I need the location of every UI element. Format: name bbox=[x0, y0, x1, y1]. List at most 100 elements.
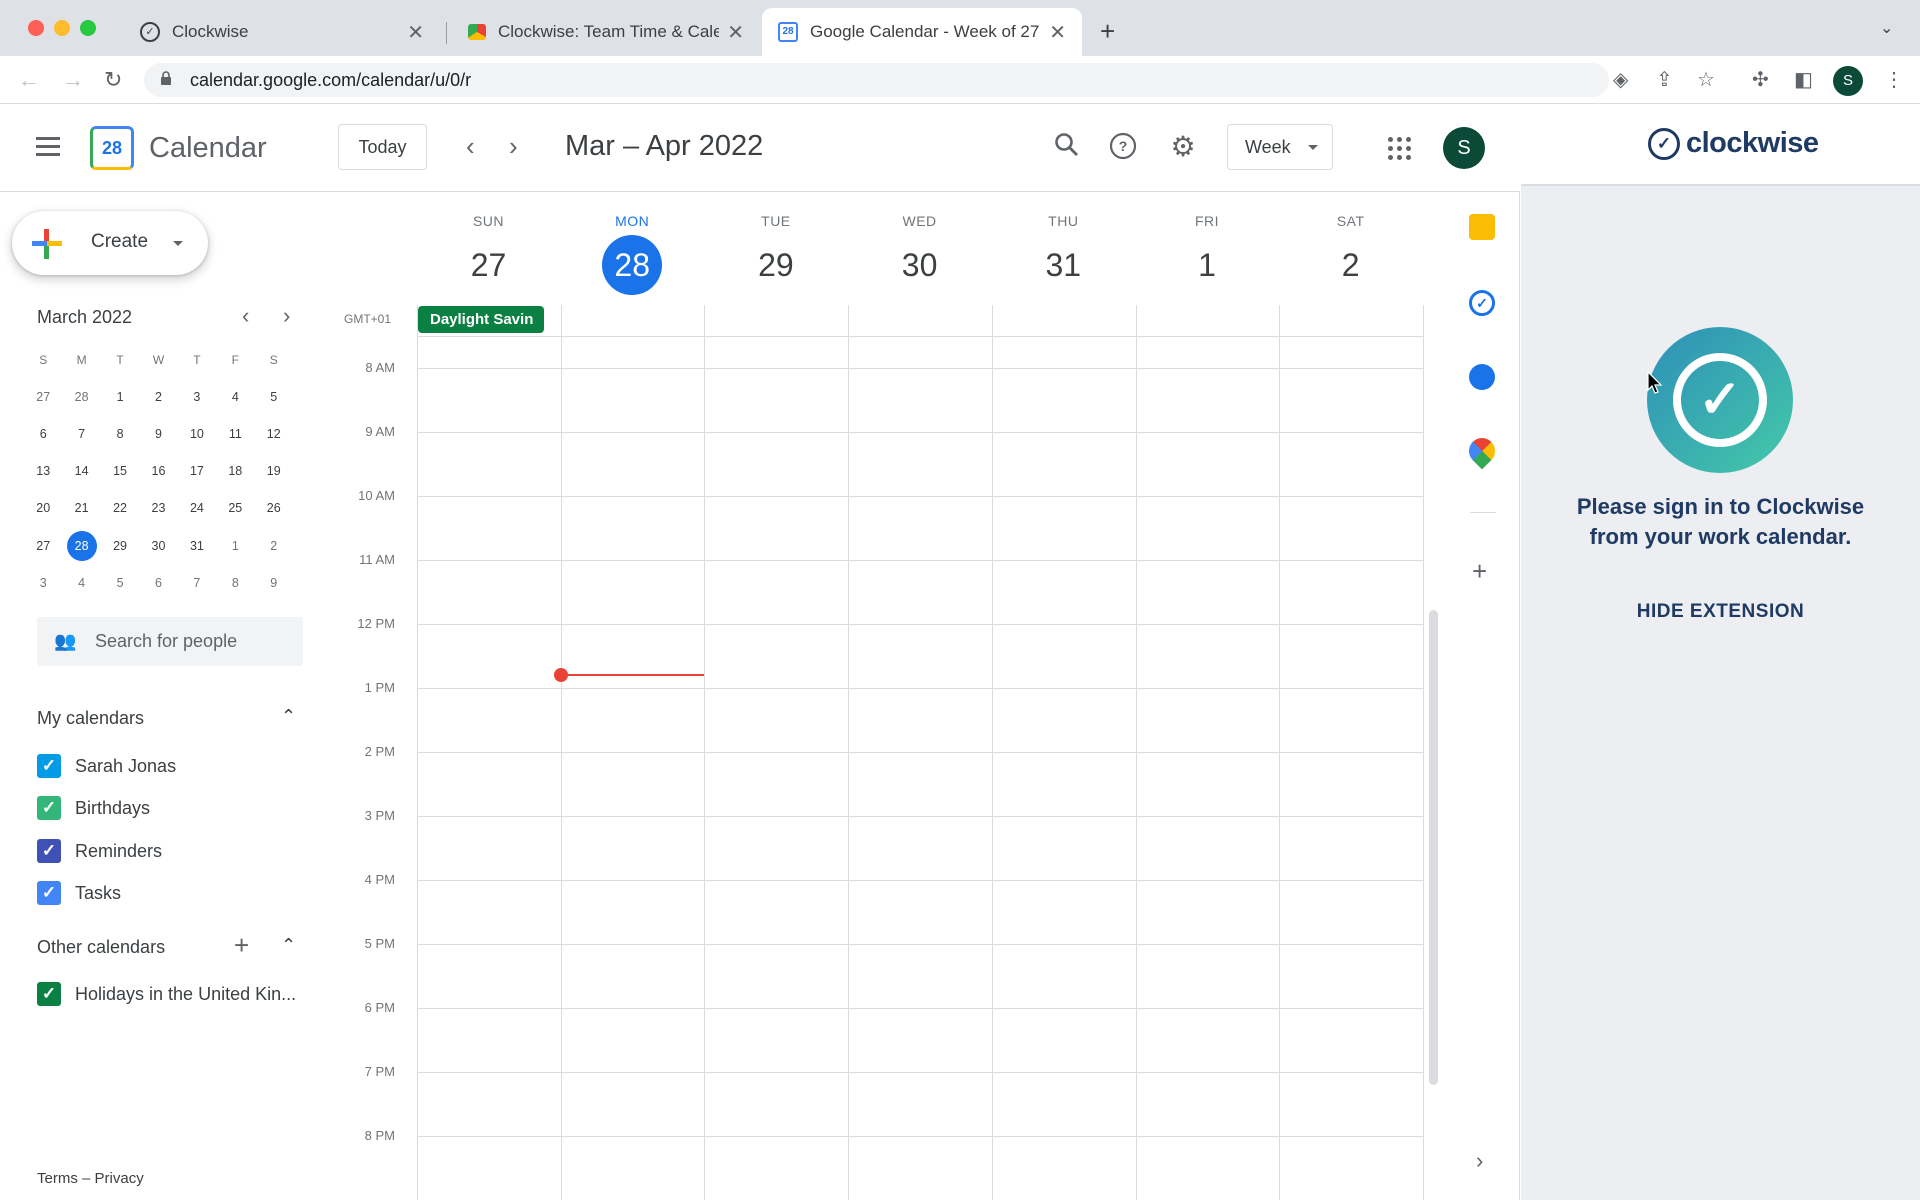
mini-day[interactable]: 29 bbox=[101, 539, 139, 553]
mini-day[interactable]: 4 bbox=[216, 390, 254, 404]
mini-day[interactable]: 3 bbox=[178, 390, 216, 404]
day-column-header[interactable]: TUE 29 bbox=[704, 213, 847, 295]
day-number[interactable]: 1 bbox=[1177, 235, 1237, 295]
mini-day[interactable]: 6 bbox=[24, 427, 62, 441]
minimize-window-button[interactable] bbox=[54, 20, 70, 36]
mini-day[interactable]: 11 bbox=[216, 427, 254, 441]
help-icon[interactable]: ? bbox=[1108, 132, 1138, 162]
mini-day[interactable]: 31 bbox=[178, 539, 216, 553]
keep-icon[interactable] bbox=[1469, 214, 1495, 240]
search-icon[interactable] bbox=[1052, 132, 1082, 162]
mini-day[interactable]: 30 bbox=[139, 539, 177, 553]
mini-day[interactable]: 25 bbox=[216, 501, 254, 515]
mini-day[interactable]: 22 bbox=[101, 501, 139, 515]
mini-day[interactable]: 28 bbox=[62, 530, 100, 561]
zoom-window-button[interactable] bbox=[80, 20, 96, 36]
day-column-header[interactable]: MON 28 bbox=[561, 213, 704, 295]
settings-gear-icon[interactable]: ⚙ bbox=[1168, 132, 1198, 162]
view-selector[interactable]: Week bbox=[1227, 124, 1333, 170]
my-calendars-heading[interactable]: My calendars bbox=[37, 708, 144, 729]
allday-event-daylight-saving[interactable]: Daylight Savin bbox=[418, 306, 544, 333]
mini-day[interactable]: 7 bbox=[62, 427, 100, 441]
mini-day[interactable]: 8 bbox=[101, 427, 139, 441]
mini-day[interactable]: 3 bbox=[24, 576, 62, 590]
browser-menu-icon[interactable]: ⋮ bbox=[1884, 68, 1904, 92]
bookmark-star-icon[interactable]: ☆ bbox=[1697, 68, 1715, 92]
get-addons-plus-icon[interactable]: + bbox=[1472, 556, 1487, 587]
tab-search-icon[interactable]: ⌄ bbox=[1880, 18, 1893, 38]
mini-day[interactable]: 27 bbox=[24, 539, 62, 553]
calendar-item-holidays-uk[interactable]: ✓ Holidays in the United Kin... bbox=[37, 979, 305, 1009]
privacy-link[interactable]: Privacy bbox=[95, 1170, 144, 1187]
terms-link[interactable]: Terms bbox=[37, 1170, 78, 1187]
back-icon[interactable]: ← bbox=[18, 68, 40, 92]
mini-day[interactable]: 24 bbox=[178, 501, 216, 515]
mini-day[interactable]: 20 bbox=[24, 501, 62, 515]
account-avatar[interactable]: S bbox=[1443, 127, 1485, 169]
day-column-header[interactable]: SUN 27 bbox=[417, 213, 560, 295]
calendar-item-birthdays[interactable]: ✓ Birthdays bbox=[37, 793, 305, 823]
mini-day[interactable]: 7 bbox=[178, 576, 216, 590]
google-apps-icon[interactable] bbox=[1388, 137, 1412, 161]
chevron-right-icon[interactable]: › bbox=[1476, 1148, 1483, 1174]
day-number[interactable]: 31 bbox=[1033, 235, 1093, 295]
close-window-button[interactable] bbox=[28, 20, 44, 36]
hide-extension-button[interactable]: HIDE EXTENSION bbox=[1521, 601, 1920, 623]
mini-day[interactable]: 9 bbox=[255, 576, 293, 590]
create-button[interactable]: Create bbox=[12, 211, 208, 275]
address-bar[interactable]: calendar.google.com/calendar/u/0/r bbox=[144, 63, 1609, 97]
mini-prev-month-icon[interactable]: ‹ bbox=[242, 304, 249, 328]
new-tab-icon[interactable]: + bbox=[1100, 16, 1115, 47]
close-tab-icon[interactable]: ✕ bbox=[407, 20, 424, 45]
checkbox-checked-icon[interactable]: ✓ bbox=[37, 796, 61, 820]
day-column-header[interactable]: SAT 2 bbox=[1279, 213, 1422, 295]
side-panel-icon[interactable]: ◧ bbox=[1794, 68, 1813, 92]
day-number[interactable]: 27 bbox=[459, 235, 519, 295]
mini-day[interactable]: 26 bbox=[255, 501, 293, 515]
checkbox-checked-icon[interactable]: ✓ bbox=[37, 881, 61, 905]
forward-icon[interactable]: → bbox=[62, 68, 84, 92]
previous-week-icon[interactable]: ‹ bbox=[466, 132, 475, 160]
day-column-header[interactable]: WED 30 bbox=[848, 213, 991, 295]
day-number[interactable]: 30 bbox=[890, 235, 950, 295]
checkbox-checked-icon[interactable]: ✓ bbox=[37, 839, 61, 863]
share-icon[interactable]: ⇪ bbox=[1656, 68, 1673, 92]
mini-day[interactable]: 6 bbox=[139, 576, 177, 590]
mini-day[interactable]: 2 bbox=[139, 390, 177, 404]
mini-day[interactable]: 12 bbox=[255, 427, 293, 441]
clockwise-extension-icon[interactable]: ◈ bbox=[1613, 68, 1628, 92]
mini-day[interactable]: 9 bbox=[139, 427, 177, 441]
mini-day[interactable]: 5 bbox=[101, 576, 139, 590]
browser-tab-clockwise[interactable]: ✓ Clockwise ✕ bbox=[124, 8, 440, 56]
mini-day[interactable]: 1 bbox=[101, 390, 139, 404]
chevron-up-icon[interactable]: ⌃ bbox=[281, 706, 296, 727]
day-number[interactable]: 29 bbox=[746, 235, 806, 295]
reload-icon[interactable]: ↻ bbox=[104, 68, 122, 92]
mini-day[interactable]: 13 bbox=[24, 464, 62, 478]
next-week-icon[interactable]: › bbox=[509, 132, 518, 160]
mini-day[interactable]: 17 bbox=[178, 464, 216, 478]
mini-next-month-icon[interactable]: › bbox=[283, 304, 290, 328]
day-column-header[interactable]: FRI 1 bbox=[1136, 213, 1279, 295]
main-menu-icon[interactable] bbox=[36, 137, 60, 161]
tasks-icon[interactable]: ✓ bbox=[1469, 290, 1495, 316]
mini-day[interactable]: 4 bbox=[62, 576, 100, 590]
maps-icon[interactable] bbox=[1463, 432, 1501, 470]
calendar-item-tasks[interactable]: ✓ Tasks bbox=[37, 878, 305, 908]
day-number[interactable]: 2 bbox=[1321, 235, 1381, 295]
day-number[interactable]: 28 bbox=[602, 235, 663, 295]
mini-day[interactable]: 23 bbox=[139, 501, 177, 515]
mini-day[interactable]: 8 bbox=[216, 576, 254, 590]
contacts-icon[interactable] bbox=[1469, 364, 1495, 390]
browser-tab-calendar[interactable]: 28 Google Calendar - Week of 27 ✕ bbox=[762, 8, 1082, 56]
chevron-up-icon[interactable]: ⌃ bbox=[281, 935, 296, 956]
calendar-item-sarah-jonas[interactable]: ✓ Sarah Jonas bbox=[37, 751, 305, 781]
mini-day[interactable]: 1 bbox=[216, 539, 254, 553]
mini-day[interactable]: 15 bbox=[101, 464, 139, 478]
mini-day[interactable]: 27 bbox=[24, 390, 62, 404]
close-tab-icon[interactable]: ✕ bbox=[727, 20, 744, 45]
profile-avatar[interactable]: S bbox=[1833, 66, 1863, 96]
mini-day[interactable]: 18 bbox=[216, 464, 254, 478]
checkbox-checked-icon[interactable]: ✓ bbox=[37, 754, 61, 778]
calendar-item-reminders[interactable]: ✓ Reminders bbox=[37, 836, 305, 866]
